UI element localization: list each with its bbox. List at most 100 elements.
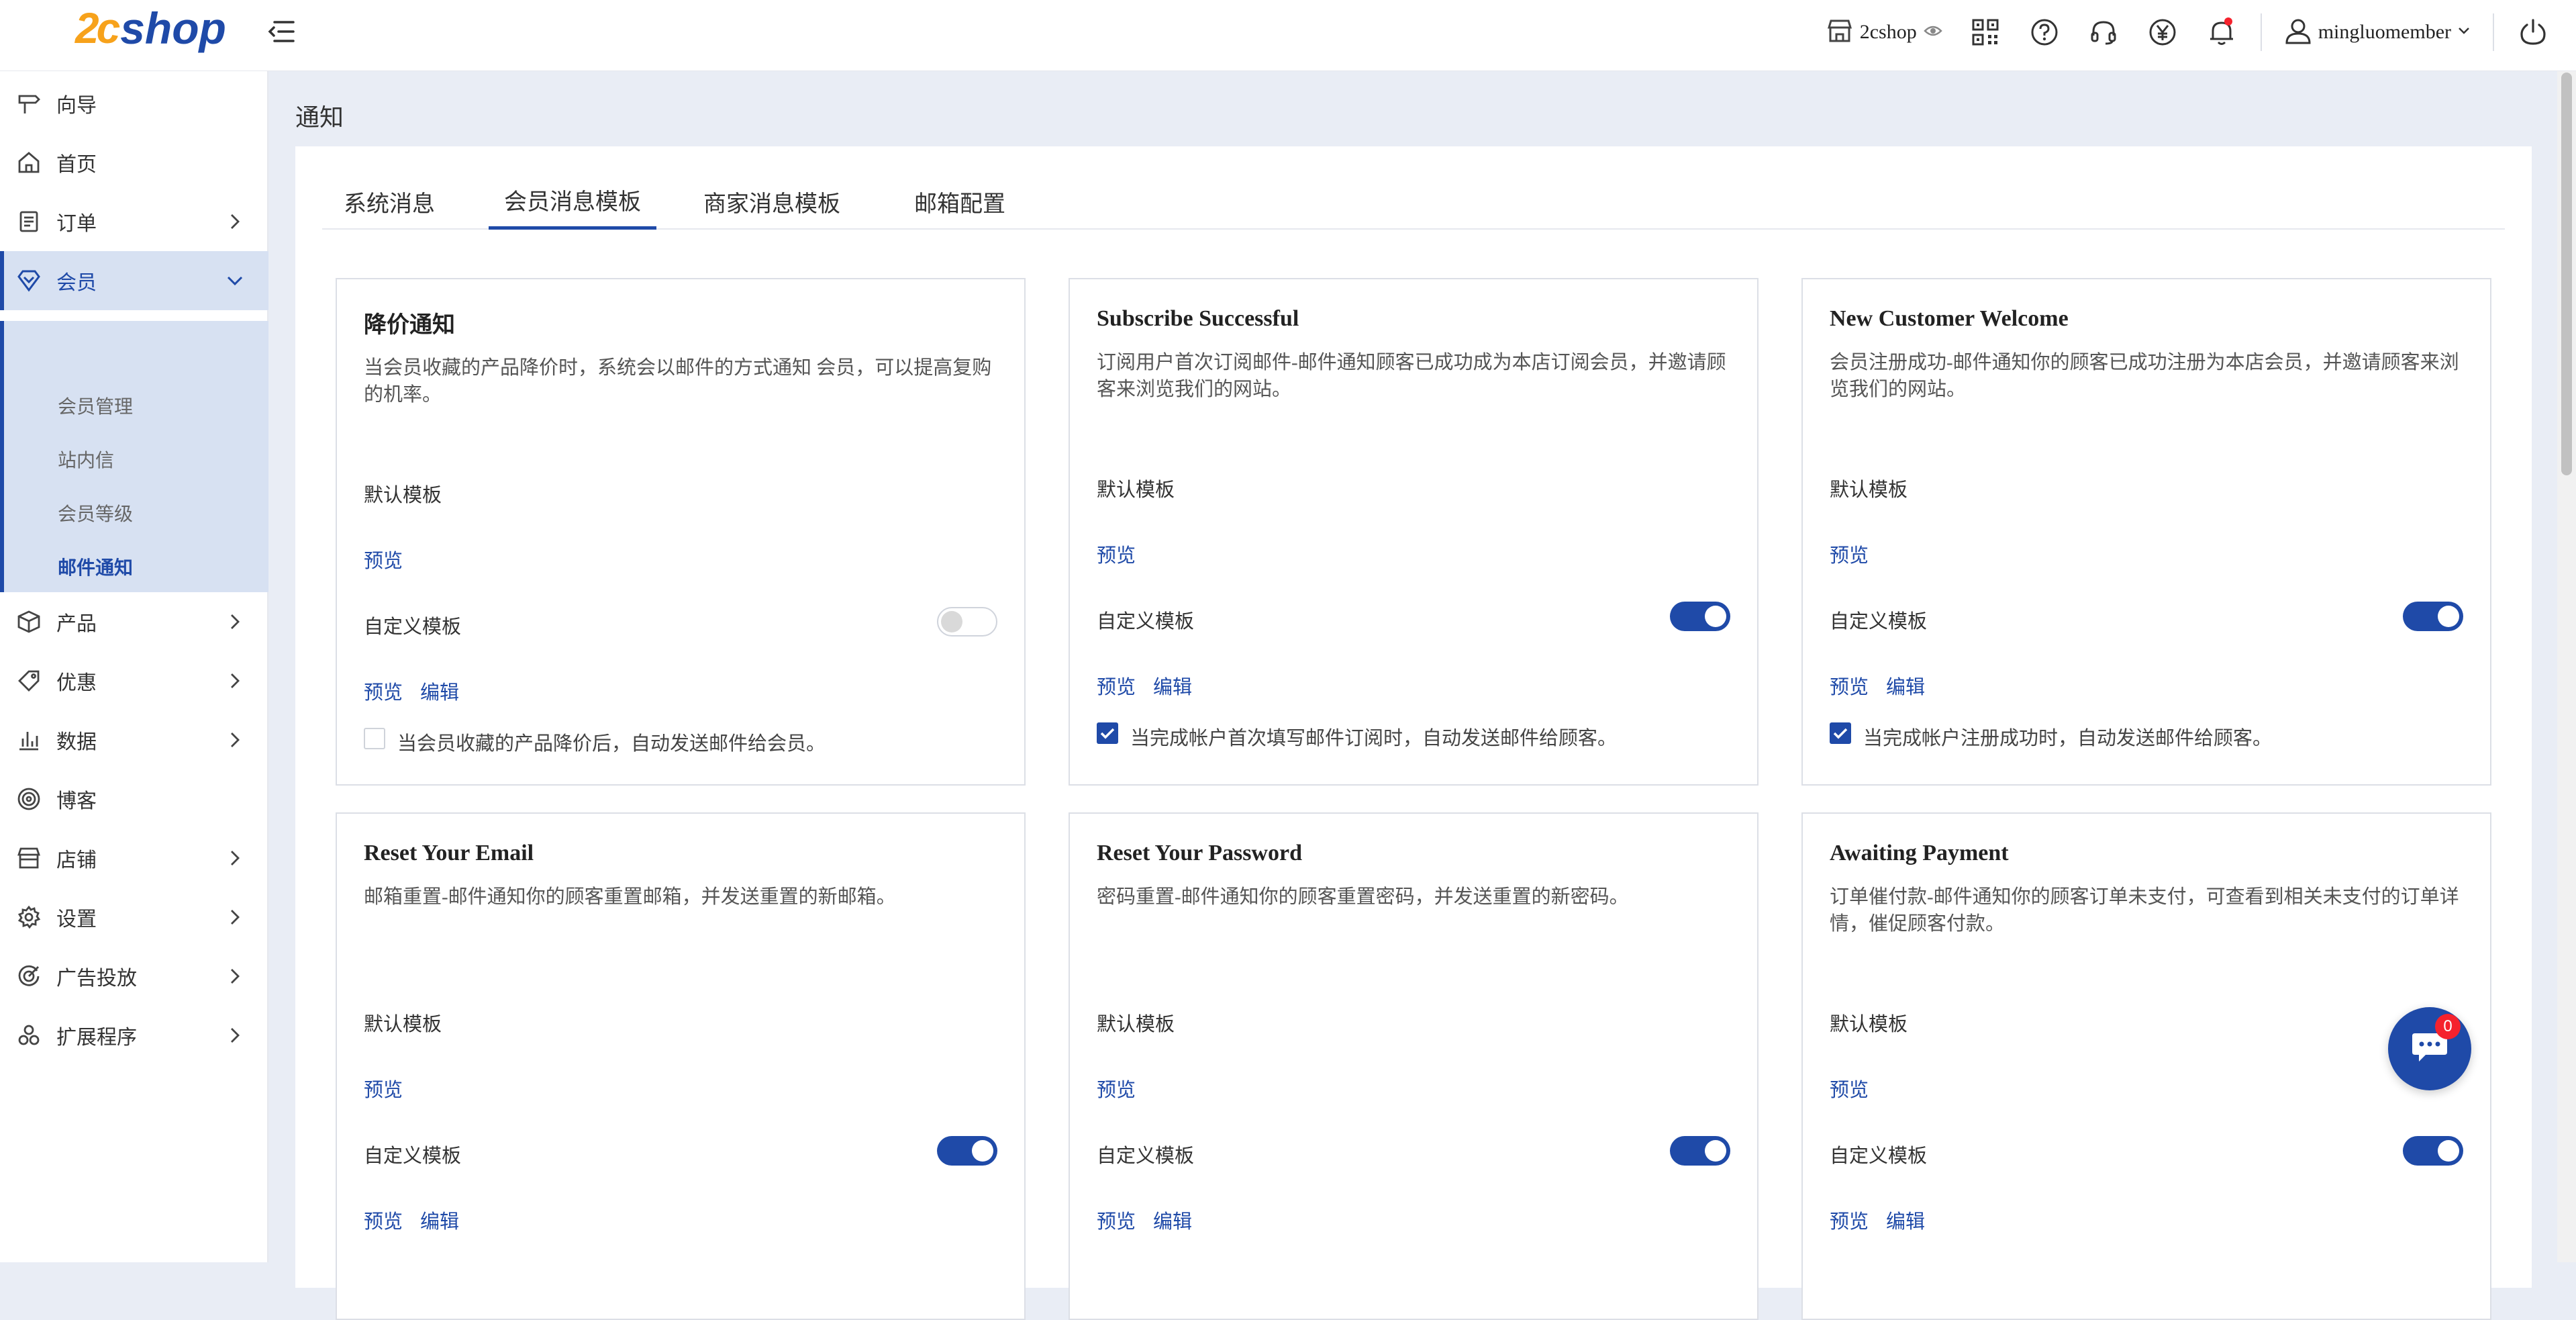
power-icon[interactable] [2504, 0, 2563, 64]
auto-send-checkbox[interactable] [1830, 722, 1851, 744]
menu-collapse-icon[interactable] [266, 16, 297, 47]
custom-preview-link[interactable]: 预览 [364, 677, 403, 705]
sidebar-item-home[interactable]: 首页 [0, 133, 268, 192]
sidebar-item-label: 店铺 [56, 849, 97, 871]
sidebar-item-orders[interactable]: 订单 [0, 192, 268, 251]
auto-send-label: 当完成帐户首次填写邮件订阅时，自动发送邮件给顾客。 [1130, 728, 1618, 749]
default-template-label: 默认模板 [1830, 479, 1908, 501]
logo[interactable]: 2c shop [75, 1, 226, 55]
default-template-label: 默认模板 [1830, 1014, 1908, 1035]
sidebar-item-extensions[interactable]: 扩展程序 [0, 1006, 268, 1065]
home-icon [15, 148, 43, 177]
chart-icon [15, 726, 43, 754]
member-icon [15, 267, 43, 295]
auto-send-checkbox[interactable] [1097, 722, 1118, 744]
chat-button[interactable]: 0 [2388, 1007, 2471, 1090]
default-preview-link[interactable]: 预览 [1097, 540, 1136, 568]
custom-template-label: 自定义模板 [364, 1145, 462, 1167]
default-preview-link[interactable]: 预览 [1097, 1074, 1136, 1102]
custom-preview-link[interactable]: 预览 [1097, 671, 1136, 700]
tab-member-templates[interactable]: 会员消息模板 [489, 173, 656, 230]
sidebar-item-settings[interactable]: 设置 [0, 888, 268, 947]
store-selector[interactable]: 2cshop [1813, 0, 1956, 64]
chevron-down-icon [2458, 26, 2470, 38]
sidebar-subitem-inbox[interactable]: 站内信 [58, 446, 114, 473]
qrcode-icon[interactable] [1956, 0, 2015, 64]
sidebar-item-label: 向导 [56, 95, 97, 117]
tab-merchant-templates[interactable]: 商家消息模板 [698, 173, 846, 230]
template-card-reset-email: Reset Your Email 邮箱重置-邮件通知你的顾客重置邮箱，并发送重置… [336, 812, 1026, 1320]
custom-edit-link[interactable]: 编辑 [1153, 671, 1192, 700]
card-title: Awaiting Payment [1830, 841, 2009, 865]
card-description: 订单催付款-邮件通知你的顾客订单未支付，可查看到相关未支付的订单详情，催促顾客付… [1830, 886, 2459, 935]
sidebar-item-label: 产品 [56, 613, 97, 635]
custom-preview-link[interactable]: 预览 [1830, 1206, 1869, 1234]
user-icon [2285, 17, 2312, 48]
chevron-right-icon [224, 906, 246, 928]
user-menu[interactable]: mingluomember [2271, 0, 2483, 64]
auto-send-checkbox[interactable] [364, 728, 385, 749]
custom-preview-link[interactable]: 预览 [1097, 1206, 1136, 1234]
tag-icon [15, 667, 43, 695]
custom-preview-link[interactable]: 预览 [364, 1206, 403, 1234]
custom-template-toggle[interactable] [2403, 1136, 2463, 1166]
help-icon[interactable] [2015, 0, 2074, 64]
custom-template-toggle[interactable] [1670, 602, 1730, 631]
chevron-right-icon [224, 670, 246, 692]
sidebar-item-data[interactable]: 数据 [0, 710, 268, 769]
sidebar-item-discounts[interactable]: 优惠 [0, 651, 268, 710]
default-preview-link[interactable]: 预览 [1830, 1074, 1869, 1102]
chevron-right-icon [224, 965, 246, 987]
template-card-new-customer-welcome: New Customer Welcome 会员注册成功-邮件通知你的顾客已成功注… [1801, 278, 2491, 786]
sidebar-item-members[interactable]: 会员 [0, 251, 268, 310]
scrollbar-thumb[interactable] [2561, 73, 2572, 475]
eye-icon[interactable] [1923, 24, 1942, 41]
default-preview-link[interactable]: 预览 [364, 545, 403, 573]
currency-icon[interactable] [2133, 0, 2192, 64]
custom-template-toggle[interactable] [2403, 602, 2463, 631]
custom-preview-link[interactable]: 预览 [1830, 671, 1869, 700]
logo-mark: 2c [75, 4, 120, 52]
target-icon [15, 962, 43, 990]
custom-edit-link[interactable]: 编辑 [420, 1206, 459, 1234]
default-preview-link[interactable]: 预览 [1830, 540, 1869, 568]
store-name: 2cshop [1859, 21, 1917, 43]
custom-template-label: 自定义模板 [1830, 1145, 1928, 1167]
default-template-label: 默认模板 [364, 1014, 442, 1035]
page-scrollbar[interactable] [2557, 71, 2576, 1262]
sidebar-subitem-email-notification[interactable]: 邮件通知 [58, 553, 133, 580]
default-preview-link[interactable]: 预览 [364, 1074, 403, 1102]
chevron-right-icon [224, 847, 246, 869]
card-description: 密码重置-邮件通知你的顾客重置密码，并发送重置的新密码。 [1097, 886, 1629, 908]
custom-edit-link[interactable]: 编辑 [1886, 671, 1925, 700]
custom-template-toggle[interactable] [937, 1136, 997, 1166]
sidebar-item-label: 扩展程序 [56, 1027, 137, 1049]
card-title: Reset Your Password [1097, 841, 1302, 865]
headset-icon[interactable] [2074, 0, 2133, 64]
custom-template-label: 自定义模板 [1830, 611, 1928, 632]
tab-email-config[interactable]: 邮箱配置 [913, 173, 1007, 230]
custom-template-toggle[interactable] [1670, 1136, 1730, 1166]
tab-system-messages[interactable]: 系统消息 [342, 173, 436, 230]
sidebar-subitem-member-level[interactable]: 会员等级 [58, 500, 133, 526]
sidebar-item-products[interactable]: 产品 [0, 592, 268, 651]
custom-edit-link[interactable]: 编辑 [1886, 1206, 1925, 1234]
box-icon [15, 608, 43, 636]
custom-template-toggle[interactable] [937, 607, 997, 637]
template-card-awaiting-payment: Awaiting Payment 订单催付款-邮件通知你的顾客订单未支付，可查看… [1801, 812, 2491, 1320]
chevron-right-icon [224, 729, 246, 751]
custom-template-label: 自定义模板 [364, 616, 462, 638]
card-description: 订阅用户首次订阅邮件-邮件通知顾客已成功成为本店订阅会员，并邀请顾客来浏览我们的… [1097, 352, 1726, 400]
sidebar-item-ads[interactable]: 广告投放 [0, 947, 268, 1006]
custom-edit-link[interactable]: 编辑 [1153, 1206, 1192, 1234]
custom-edit-link[interactable]: 编辑 [420, 677, 459, 705]
sidebar-item-blog[interactable]: 博客 [0, 769, 268, 829]
bell-icon[interactable] [2192, 0, 2251, 64]
extension-icon [15, 1021, 43, 1049]
sidebar-item-store[interactable]: 店铺 [0, 829, 268, 888]
sidebar-item-label: 订单 [56, 213, 97, 235]
sidebar-item-guide[interactable]: 向导 [0, 74, 268, 133]
sidebar-subitem-member-management[interactable]: 会员管理 [58, 392, 133, 419]
header-divider [2260, 13, 2262, 51]
default-template-label: 默认模板 [1097, 479, 1175, 501]
